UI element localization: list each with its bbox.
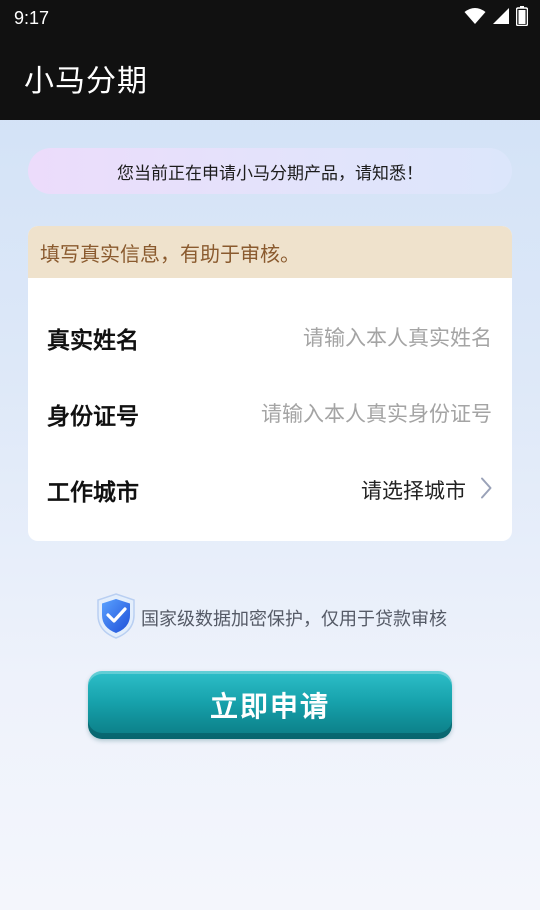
security-note: 国家级数据加密保护，仅用于贷款审核 <box>0 592 540 644</box>
form-hint-text: 填写真实信息，有助于审核。 <box>40 241 300 266</box>
status-time: 9:17 <box>14 7 50 28</box>
shield-check-icon <box>93 591 139 645</box>
work-city-label: 工作城市 <box>47 480 139 506</box>
name-input[interactable] <box>222 326 492 350</box>
name-label: 真实姓名 <box>47 328 139 354</box>
work-city-select[interactable]: 请选择城市 <box>361 475 492 505</box>
form-hint: 填写真实信息，有助于审核。 <box>28 226 512 278</box>
security-text: 国家级数据加密保护，仅用于贷款审核 <box>141 609 447 630</box>
cellular-signal-icon <box>492 7 510 29</box>
battery-icon <box>515 6 529 30</box>
id-number-label: 身份证号 <box>47 404 139 430</box>
notice-text: 您当前正在申请小马分期产品，请知悉！ <box>117 163 423 184</box>
form-row-name: 真实姓名 <box>28 308 512 368</box>
apply-now-button[interactable]: 立即申请 <box>88 671 452 739</box>
form-row-id-number: 身份证号 <box>28 384 512 444</box>
app-bar: 小马分期 <box>0 36 540 120</box>
apply-now-label: 立即申请 <box>209 690 330 723</box>
wifi-icon <box>464 7 486 29</box>
status-bar: 9:17 <box>0 0 540 36</box>
id-number-input[interactable] <box>222 402 492 426</box>
form-row-work-city: 工作城市 请选择城市 <box>28 460 512 520</box>
notice-banner: 您当前正在申请小马分期产品，请知悉！ <box>28 148 512 194</box>
page-title: 小马分期 <box>24 64 148 99</box>
status-icons <box>464 6 529 30</box>
application-form-card: 填写真实信息，有助于审核。 真实姓名 身份证号 工作城市 请选择城市 <box>28 226 512 541</box>
chevron-right-icon <box>480 477 492 503</box>
work-city-value: 请选择城市 <box>361 479 466 503</box>
